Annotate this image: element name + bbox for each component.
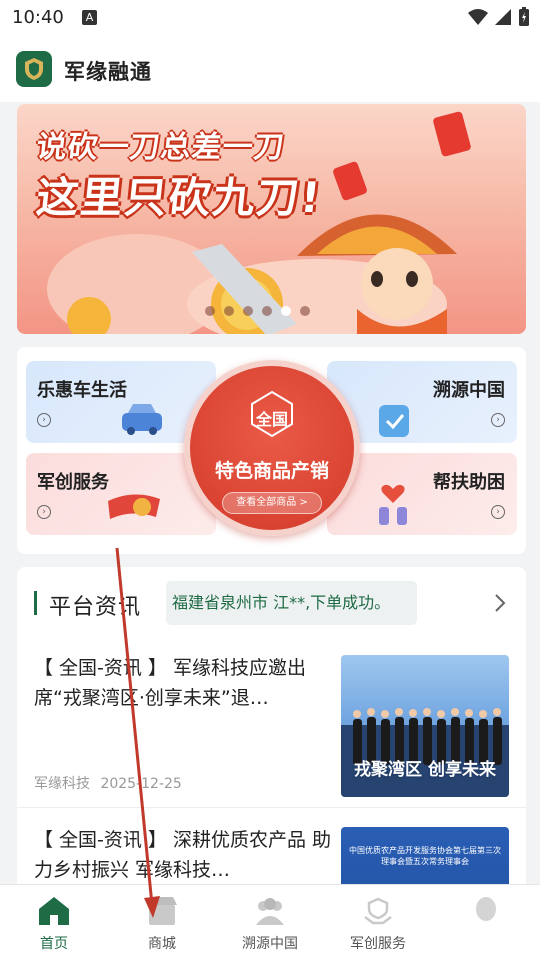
status-time: 10:40 (12, 7, 64, 28)
app-logo (16, 51, 52, 87)
featured-products-button[interactable]: 全国 特色商品产销 查看全部商品 > (184, 360, 360, 536)
thumbnail-caption: 中国优质农产品开发服务协会第七届第三次理事会暨五次常务理事会 (349, 846, 501, 866)
view-all-products-link[interactable]: 查看全部商品 > (222, 492, 322, 514)
tab-trace-china[interactable]: 溯源中国 (216, 885, 324, 960)
tab-shop[interactable]: 商城 (108, 885, 216, 960)
tab-home[interactable]: 首页 (0, 885, 108, 960)
arrow-right-icon: › (491, 505, 505, 519)
center-title: 特色商品产销 (214, 460, 329, 482)
section-accent-bar (34, 591, 37, 615)
arrow-right-icon: › (37, 413, 51, 427)
heart-hands-icon (379, 484, 407, 525)
people-icon (256, 898, 284, 925)
banner-dot[interactable] (300, 306, 310, 316)
news-article[interactable]: 【 全国-资讯 】 军缘科技应邀出席“戎聚湾区·创享未来”退… 军缘科技 202… (17, 635, 526, 808)
signal-icon (495, 9, 511, 25)
flag-fist-icon (108, 494, 160, 519)
tab-military-service[interactable]: 军创服务 (324, 885, 432, 960)
article-thumbnail: 戎聚湾区 创享未来 (341, 655, 509, 797)
tab-label: 商城 (148, 936, 176, 952)
banner-headline-1: 说砍一刀总差一刀 (34, 130, 287, 165)
tile-label: 军创服务 (37, 472, 109, 493)
banner-dot[interactable] (205, 306, 215, 316)
tile-label: 帮扶助困 (433, 472, 505, 493)
service-icon (364, 897, 392, 925)
banner-dot-active[interactable] (281, 306, 291, 316)
banner-headline-2: 这里只砍九刀! (34, 173, 325, 222)
status-bar: 10:40 A (0, 0, 540, 36)
home-icon (39, 897, 69, 925)
chevron-right-icon[interactable] (494, 593, 506, 613)
article-date: 2025-12-25 (100, 776, 182, 792)
bottom-tab-bar: 首页 商城 溯源中国 军创服务 (0, 884, 540, 960)
tile-label: 乐惠车生活 (37, 380, 127, 401)
article-source: 军缘科技 (34, 776, 90, 792)
shield-check-icon (379, 405, 409, 437)
thumbnail-caption: 戎聚湾区 创享未来 (354, 760, 496, 780)
shop-icon (147, 897, 177, 925)
notification-icon: A (82, 10, 97, 25)
tab-label: 溯源中国 (242, 936, 298, 952)
article-title: 【 全国-资讯 】 军缘科技应邀出席“戎聚湾区·创享未来”退… (34, 657, 306, 709)
tab-label: 军创服务 (350, 936, 406, 952)
promo-banner[interactable]: 说砍一刀总差一刀 这里只砍九刀! (17, 104, 526, 334)
feature-grid: 乐惠车生活 › 溯源中国 › 军创服务 › 帮扶助困 › 全国 特色商品产销 查… (17, 347, 526, 554)
article-title: 【 全国-资讯 】 深耕优质农产品 助力乡村振兴 军缘科技… (34, 829, 332, 881)
banner-dot[interactable] (243, 306, 253, 316)
banner-dot[interactable] (262, 306, 272, 316)
battery-icon (519, 7, 529, 26)
car-icon (122, 404, 162, 435)
tile-label: 溯源中国 (433, 380, 505, 401)
app-header: 军缘融通 (0, 36, 540, 102)
status-icons (468, 7, 530, 27)
app-title: 军缘融通 (64, 60, 152, 84)
article-meta: 军缘科技 2025-12-25 (34, 773, 182, 793)
news-section-title: 平台资讯 (49, 595, 142, 620)
arrow-right-icon: › (37, 505, 51, 519)
banner-dot[interactable] (224, 306, 234, 316)
tab-profile[interactable] (432, 885, 540, 960)
news-section: 平台资讯 福建省泉州市 江**,下单成功。 【 全国-资讯 】 军缘科技应邀出席… (17, 567, 526, 897)
center-badge-text: 全国 (255, 410, 288, 429)
wifi-icon (468, 9, 488, 25)
tab-label: 首页 (40, 936, 68, 952)
arrow-right-icon: › (491, 413, 505, 427)
order-ticker[interactable]: 福建省泉州市 江**,下单成功。 (166, 581, 417, 625)
profile-icon (476, 897, 496, 921)
banner-pagination (205, 306, 310, 316)
